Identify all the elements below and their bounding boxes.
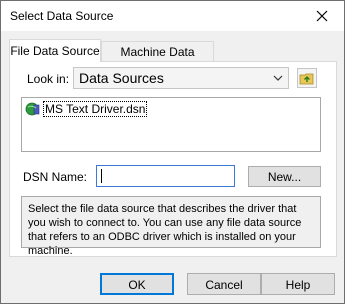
dsn-file-icon [25, 102, 40, 116]
tab-file-data-source[interactable]: File Data Source [9, 39, 101, 62]
cancel-button[interactable]: Cancel [187, 273, 261, 295]
close-button[interactable] [300, 1, 344, 31]
window-title: Select Data Source [10, 9, 114, 23]
look-in-value: Data Sources [79, 70, 164, 86]
close-icon [316, 10, 328, 22]
text-caret [101, 169, 102, 183]
select-data-source-dialog: Select Data Source File Data Source Mach… [0, 0, 345, 304]
look-in-label: Look in: [27, 72, 70, 86]
dsn-name-label: DSN Name: [23, 170, 88, 184]
new-button[interactable]: New... [248, 166, 321, 187]
description-text: Select the file data source that describ… [21, 196, 321, 257]
help-button[interactable]: Help [261, 273, 335, 295]
file-name: MS Text Driver.dsn [43, 101, 148, 117]
up-one-level-button[interactable] [297, 68, 317, 88]
title-bar: Select Data Source [1, 1, 344, 31]
look-in-dropdown[interactable]: Data Sources [73, 67, 289, 89]
file-list[interactable]: MS Text Driver.dsn [21, 97, 321, 152]
chevron-down-icon [273, 75, 283, 81]
dsn-name-input[interactable] [96, 165, 235, 187]
ok-button[interactable]: OK [100, 273, 174, 295]
folder-up-icon [299, 73, 314, 85]
tab-machine-data-source[interactable]: Machine Data Source [101, 41, 214, 73]
list-item[interactable]: MS Text Driver.dsn [25, 101, 148, 117]
